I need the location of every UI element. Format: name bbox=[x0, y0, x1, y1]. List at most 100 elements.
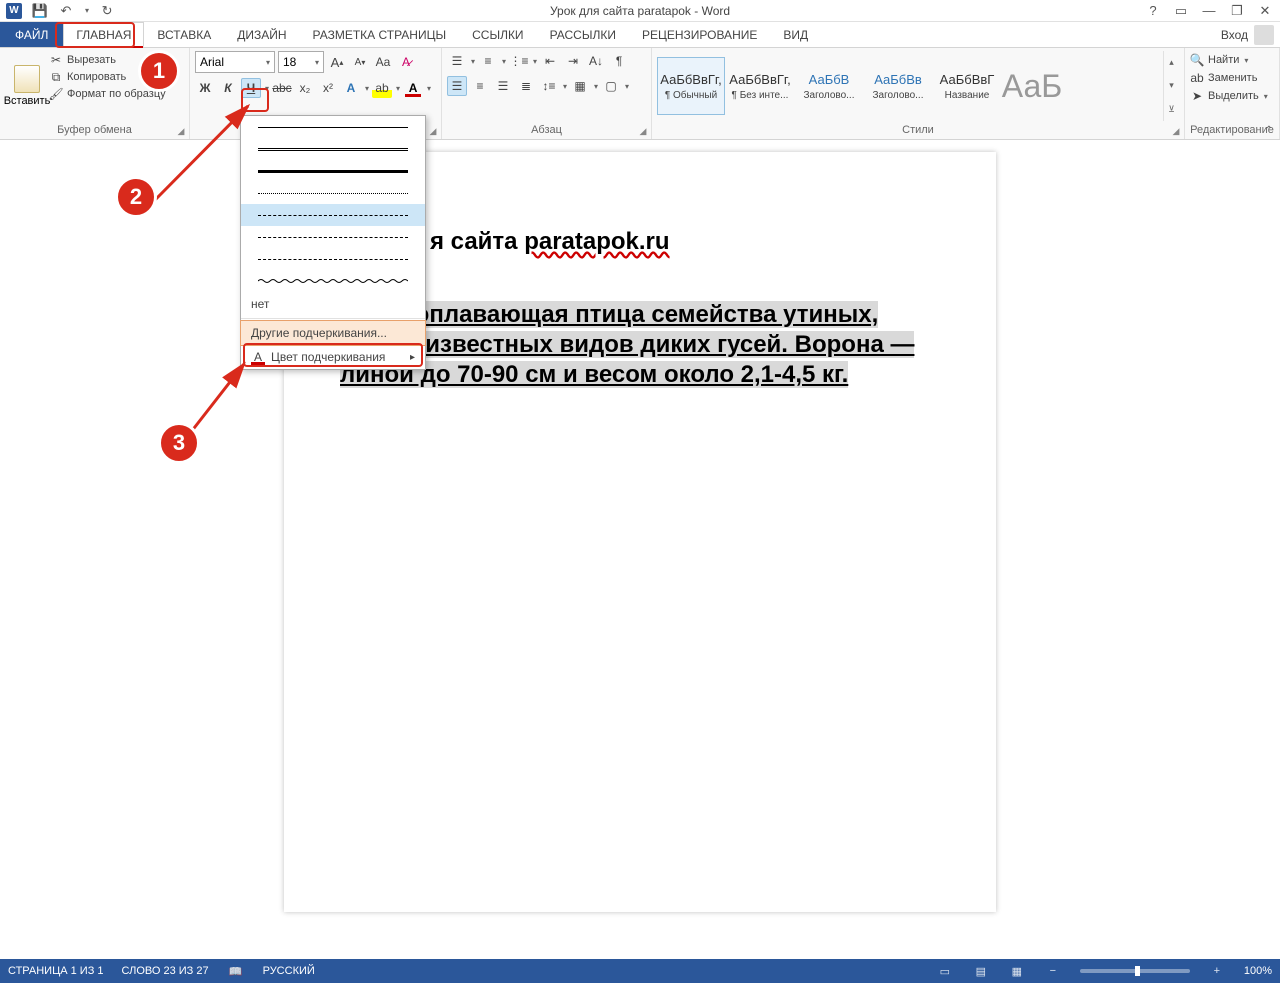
style-no-spacing[interactable]: АаБбВвГг,¶ Без инте... bbox=[726, 57, 794, 115]
web-layout-icon[interactable]: ▦ bbox=[1008, 962, 1026, 980]
group-clipboard-label: Буфер обмена bbox=[5, 121, 184, 139]
paste-button[interactable]: Вставить bbox=[5, 51, 49, 121]
align-center-button[interactable]: ≡ bbox=[470, 76, 490, 96]
help-button[interactable]: ? bbox=[1146, 4, 1160, 18]
underline-thick[interactable] bbox=[241, 160, 425, 182]
sort-button[interactable]: A↓ bbox=[586, 51, 606, 71]
tab-layout[interactable]: РАЗМЕТКА СТРАНИЦЫ bbox=[300, 22, 460, 47]
text-effects-button[interactable]: A bbox=[341, 78, 361, 98]
style-heading1[interactable]: АаБбВЗаголово... bbox=[795, 57, 863, 115]
read-mode-icon[interactable]: ▭ bbox=[936, 962, 954, 980]
chevron-down-icon[interactable]: ▾ bbox=[427, 84, 431, 93]
style-title[interactable]: АаБбВвГНазвание bbox=[933, 57, 1001, 115]
redo-button[interactable]: ↻ bbox=[99, 3, 115, 19]
underline-dropdown-icon[interactable]: ▾ bbox=[265, 84, 269, 93]
tab-view[interactable]: ВИД bbox=[770, 22, 821, 47]
show-marks-button[interactable]: ¶ bbox=[609, 51, 629, 71]
borders-button[interactable]: ▢ bbox=[601, 76, 621, 96]
tab-review[interactable]: РЕЦЕНЗИРОВАНИЕ bbox=[629, 22, 770, 47]
style-heading2[interactable]: АаБбВвЗаголово... bbox=[864, 57, 932, 115]
find-button[interactable]: 🔍Найти▾ bbox=[1190, 53, 1274, 67]
underline-more[interactable]: Другие подчеркивания... bbox=[241, 321, 425, 345]
document-body[interactable]: — водоплавающая птица семейства утиных, … bbox=[340, 300, 914, 390]
underline-double[interactable] bbox=[241, 138, 425, 160]
scroll-down-icon[interactable]: ▾ bbox=[1164, 74, 1179, 97]
login-area[interactable]: Вход bbox=[1221, 22, 1280, 47]
chevron-down-icon[interactable]: ▾ bbox=[365, 84, 369, 93]
tab-file[interactable]: ФАЙЛ bbox=[0, 22, 63, 47]
style-normal[interactable]: АаБбВвГг,¶ Обычный bbox=[657, 57, 725, 115]
shrink-font-button[interactable]: A▾ bbox=[350, 52, 370, 72]
tab-home[interactable]: ГЛАВНАЯ bbox=[63, 22, 144, 47]
status-words[interactable]: СЛОВО 23 ИЗ 27 bbox=[122, 965, 209, 977]
ribbon-display-button[interactable]: ▭ bbox=[1174, 4, 1188, 18]
tab-design[interactable]: ДИЗАЙН bbox=[224, 22, 299, 47]
status-language[interactable]: РУССКИЙ bbox=[263, 965, 315, 977]
underline-none[interactable]: нет bbox=[241, 292, 425, 316]
chevron-down-icon[interactable]: ▾ bbox=[594, 82, 598, 91]
bold-button[interactable]: Ж bbox=[195, 78, 215, 98]
tab-mailings[interactable]: РАССЫЛКИ bbox=[537, 22, 629, 47]
undo-dropdown-icon[interactable]: ▾ bbox=[85, 6, 89, 15]
change-case-button[interactable]: Aa bbox=[373, 52, 393, 72]
underline-dotted[interactable] bbox=[241, 182, 425, 204]
font-launcher-icon[interactable]: ◢ bbox=[427, 125, 439, 137]
numbering-button[interactable]: ≡ bbox=[478, 51, 498, 71]
print-layout-icon[interactable]: ▤ bbox=[972, 962, 990, 980]
tab-insert[interactable]: ВСТАВКА bbox=[144, 22, 224, 47]
underline-wavy[interactable] bbox=[241, 270, 425, 292]
font-name-combo[interactable]: Arial▾ bbox=[195, 51, 275, 73]
tab-references[interactable]: ССЫЛКИ bbox=[459, 22, 536, 47]
clear-formatting-button[interactable]: A̷ bbox=[396, 52, 416, 72]
replace-button[interactable]: abЗаменить bbox=[1190, 71, 1274, 85]
bullets-button[interactable]: ☰ bbox=[447, 51, 467, 71]
grow-font-button[interactable]: A▴ bbox=[327, 52, 347, 72]
chevron-down-icon[interactable]: ▾ bbox=[396, 84, 400, 93]
close-button[interactable]: ✕ bbox=[1258, 4, 1272, 18]
increase-indent-button[interactable]: ⇥ bbox=[563, 51, 583, 71]
strikethrough-button[interactable]: abc bbox=[272, 78, 292, 98]
align-right-button[interactable]: ☰ bbox=[493, 76, 513, 96]
zoom-level[interactable]: 100% bbox=[1244, 965, 1272, 977]
italic-button[interactable]: К bbox=[218, 78, 238, 98]
multilevel-list-button[interactable]: ⋮≡ bbox=[509, 51, 529, 71]
justify-button[interactable]: ≣ bbox=[516, 76, 536, 96]
proofing-icon[interactable]: 📖 bbox=[227, 962, 245, 980]
highlight-button[interactable]: ab bbox=[372, 78, 392, 98]
select-button[interactable]: ➤Выделить▾ bbox=[1190, 89, 1274, 103]
chevron-down-icon[interactable]: ▾ bbox=[563, 82, 567, 91]
styles-launcher-icon[interactable]: ◢ bbox=[1170, 125, 1182, 137]
chevron-down-icon[interactable]: ▾ bbox=[533, 57, 537, 66]
align-left-button[interactable]: ☰ bbox=[447, 76, 467, 96]
save-button[interactable]: 💾 bbox=[32, 3, 48, 19]
gallery-expand-icon[interactable]: ⊻ bbox=[1164, 98, 1179, 121]
restore-button[interactable]: ❐ bbox=[1230, 4, 1244, 18]
font-size-combo[interactable]: 18▾ bbox=[278, 51, 324, 73]
underline-dot-dash[interactable] bbox=[241, 226, 425, 248]
minimize-button[interactable]: — bbox=[1202, 4, 1216, 18]
underline-single[interactable] bbox=[241, 116, 425, 138]
underline-dashed[interactable] bbox=[241, 204, 425, 226]
collapse-ribbon-button[interactable]: ⌃ bbox=[1262, 123, 1276, 137]
clipboard-launcher-icon[interactable]: ◢ bbox=[175, 125, 187, 137]
zoom-out-button[interactable]: − bbox=[1044, 962, 1062, 980]
shading-button[interactable]: ▦ bbox=[570, 76, 590, 96]
zoom-thumb[interactable] bbox=[1135, 966, 1140, 976]
zoom-in-button[interactable]: + bbox=[1208, 962, 1226, 980]
superscript-button[interactable]: x² bbox=[318, 78, 338, 98]
line-spacing-button[interactable]: ↕≡ bbox=[539, 76, 559, 96]
subscript-button[interactable]: x₂ bbox=[295, 78, 315, 98]
undo-button[interactable]: ↶ bbox=[58, 3, 74, 19]
chevron-down-icon[interactable]: ▾ bbox=[502, 57, 506, 66]
scroll-up-icon[interactable]: ▴ bbox=[1164, 51, 1179, 74]
underline-button[interactable]: Ч bbox=[241, 78, 261, 98]
zoom-slider[interactable] bbox=[1080, 969, 1190, 973]
underline-color[interactable]: A Цвет подчеркивания ▸ bbox=[241, 345, 425, 369]
chevron-down-icon[interactable]: ▾ bbox=[625, 82, 629, 91]
decrease-indent-button[interactable]: ⇤ bbox=[540, 51, 560, 71]
underline-dot-dot-dash[interactable] bbox=[241, 248, 425, 270]
font-color-button[interactable]: A bbox=[403, 78, 423, 98]
paragraph-launcher-icon[interactable]: ◢ bbox=[637, 125, 649, 137]
status-page[interactable]: СТРАНИЦА 1 ИЗ 1 bbox=[8, 965, 104, 977]
chevron-down-icon[interactable]: ▾ bbox=[471, 57, 475, 66]
